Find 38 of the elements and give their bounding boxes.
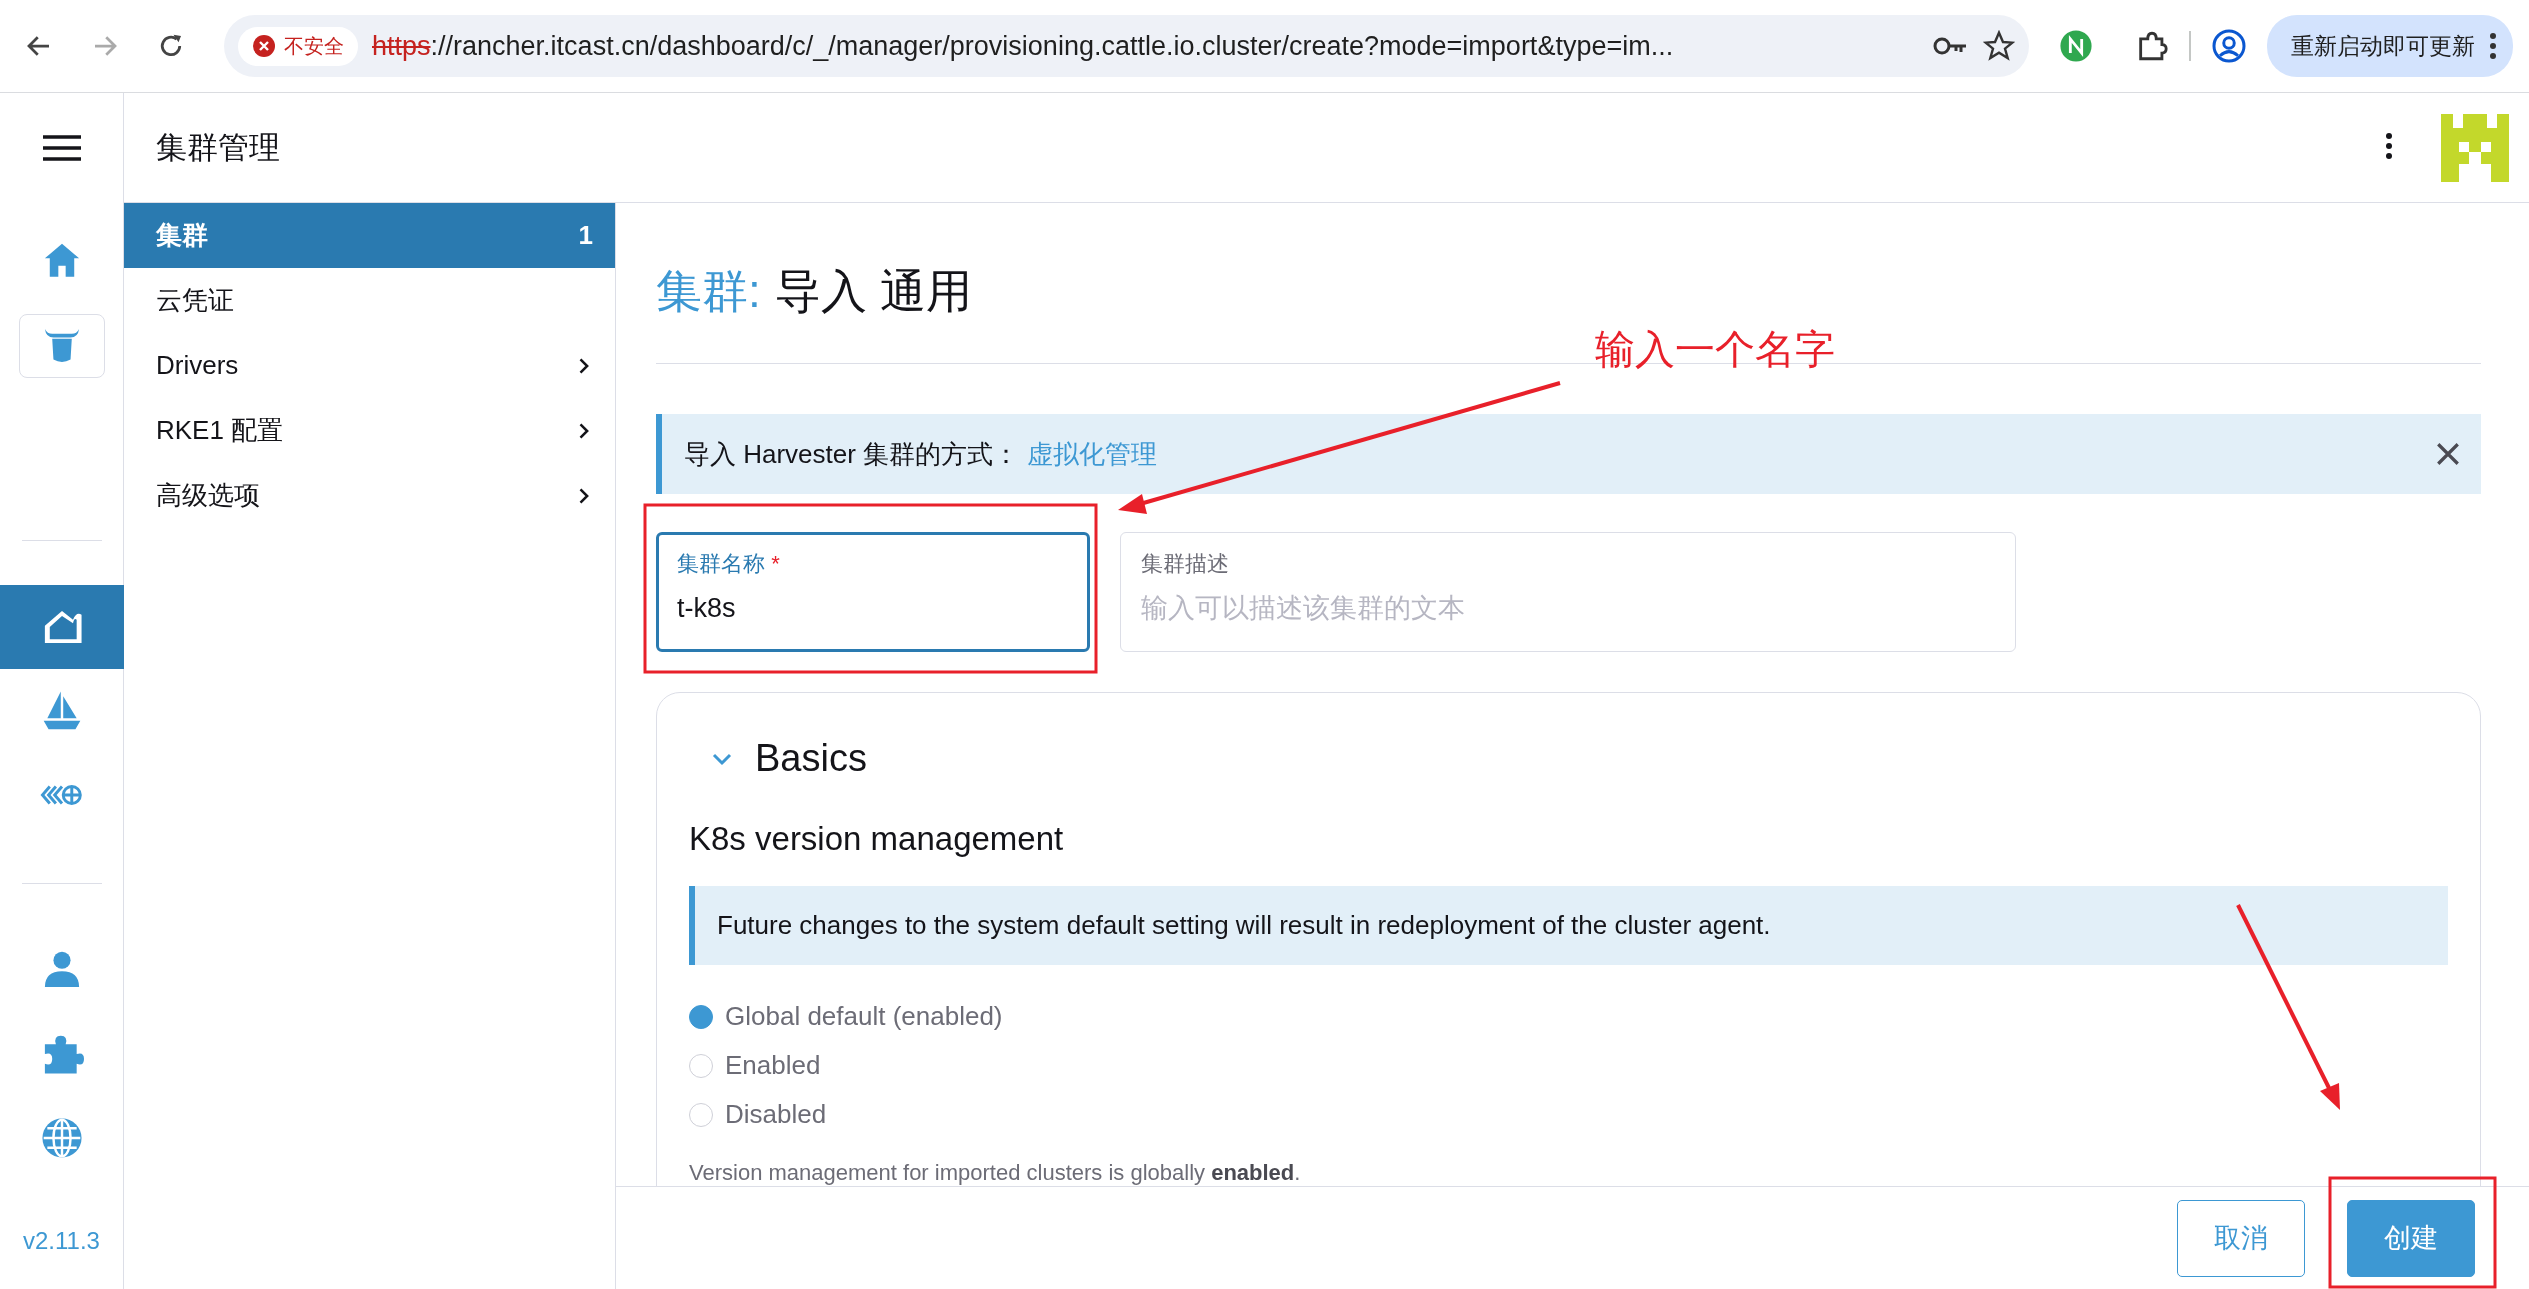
radio-option[interactable]: Global default (enabled): [689, 1001, 2448, 1032]
text-input[interactable]: t-k8s: [677, 593, 1069, 624]
more-icon: [2489, 32, 2497, 60]
section-toggle[interactable]: Basics: [689, 737, 867, 780]
app-title: 集群管理: [156, 128, 281, 167]
nav-item[interactable]: 云凭证: [124, 268, 615, 333]
update-button[interactable]: 重新启动即可更新: [2267, 15, 2513, 77]
close-icon: [2435, 441, 2461, 467]
nav-item[interactable]: 集群 1: [124, 203, 615, 268]
profile-icon[interactable]: [2211, 28, 2247, 64]
field-label: 集群名称: [677, 551, 765, 576]
url-text[interactable]: https://rancher.itcast.cn/dashboard/c/_/manager/provisioning.cattle.io.cluster/create?mode=import&type=im...: [372, 30, 1919, 62]
title-prefix: 集群:: [656, 264, 761, 319]
nav-item[interactable]: 高级选项: [124, 463, 615, 528]
rail-button[interactable]: [0, 585, 124, 669]
field-label: 集群描述: [1141, 551, 1229, 576]
more-icon: [2385, 132, 2393, 160]
globe-icon: [39, 1116, 84, 1160]
page-title: 导入 通用: [774, 264, 972, 319]
security-chip[interactable]: 不安全: [238, 26, 358, 66]
note-text: Version management for imported clusters is globally enabled.: [689, 1160, 1302, 1186]
info-text: Future changes to the system default setting will result in redeployment of the cluster agent.: [717, 910, 1771, 941]
banner-text: 导入 Harvester 集群的方式：: [684, 437, 1020, 471]
error-icon: [252, 34, 276, 58]
required-mark: *: [771, 551, 780, 576]
radio-option[interactable]: Enabled: [689, 1050, 2448, 1081]
text-input[interactable]: 输入可以描述该集群的文本: [1141, 593, 1995, 624]
annotation-text: 输入一个名字: [1595, 326, 1835, 373]
star-icon[interactable]: [1983, 30, 2015, 62]
menu-icon: [42, 134, 81, 161]
radio-button[interactable]: [689, 1004, 713, 1029]
version-label: v2.11.3: [23, 1227, 100, 1255]
logo-icon[interactable]: [2441, 113, 2509, 182]
nav-item[interactable]: Drivers: [124, 333, 615, 398]
extension-icon[interactable]: [2059, 29, 2093, 63]
section-heading: K8s version management: [689, 820, 1065, 858]
item-count: 1: [578, 220, 593, 251]
nav-item[interactable]: RKE1 配置: [124, 398, 615, 463]
